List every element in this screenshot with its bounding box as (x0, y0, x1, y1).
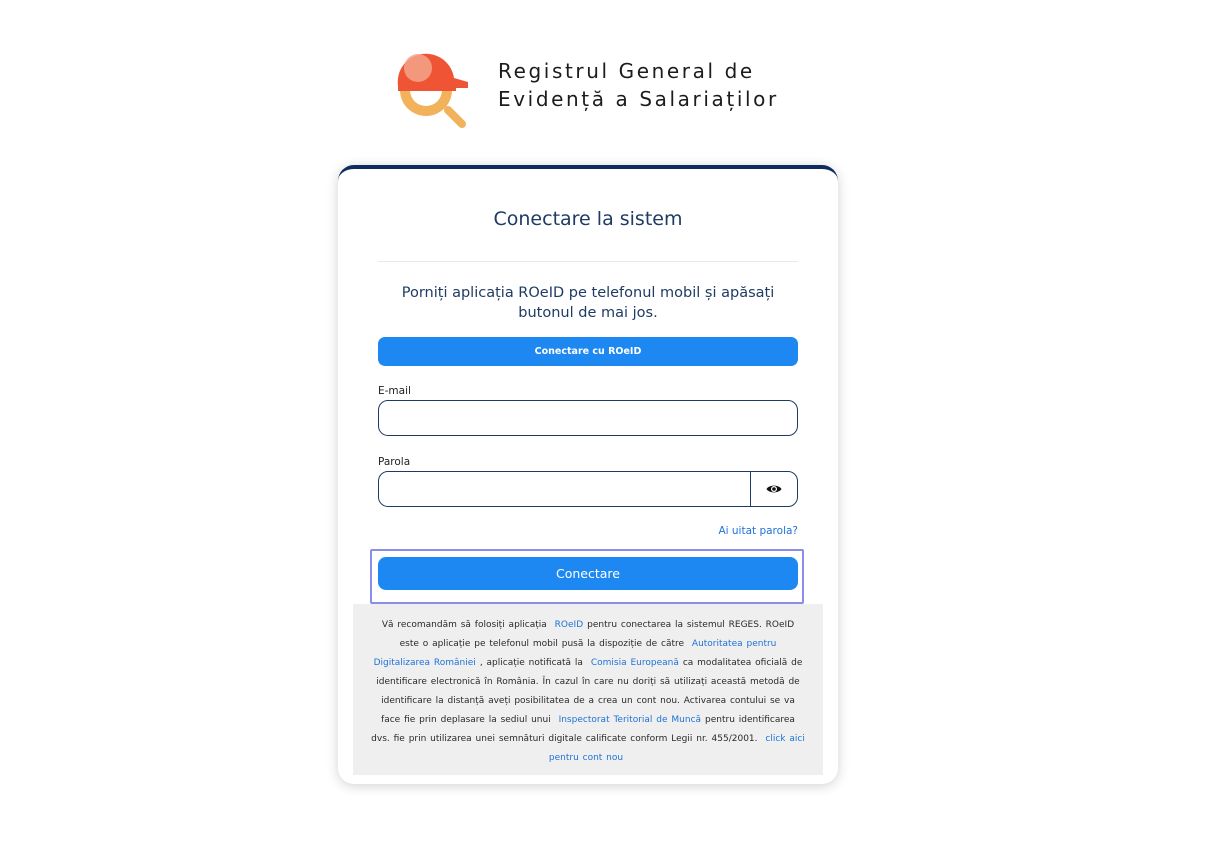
brand-title-line1: Registrul General de (498, 59, 755, 83)
login-title: Conectare la sistem (493, 208, 683, 230)
info-text-3: , aplicație notificată la (479, 658, 583, 668)
itm-link[interactable]: Inspectorat Teritorial de Muncă (559, 715, 701, 725)
roeid-login-button[interactable]: Conectare cu ROeID (378, 337, 798, 366)
eye-icon (766, 485, 782, 493)
password-field[interactable] (378, 471, 751, 507)
helmet-magnifier-icon (397, 53, 468, 128)
password-label: Parola (378, 456, 411, 468)
forgot-password-link[interactable]: Ai uitat parola? (718, 525, 798, 537)
roeid-instructions: Porniți aplicația ROeID pe telefonul mob… (401, 285, 775, 321)
brand-title: Registrul General de Evidență a Salariaț… (498, 57, 779, 113)
show-password-button[interactable] (750, 471, 798, 507)
email-field[interactable] (378, 400, 798, 436)
header: Registrul General de Evidență a Salariaț… (396, 52, 816, 128)
info-box: Vă recomandăm să folosiți aplicația ROeI… (353, 604, 823, 775)
roeid-link[interactable]: ROeID (555, 620, 583, 630)
login-button[interactable]: Conectare (378, 557, 798, 590)
divider (378, 261, 798, 262)
info-text-1: Vă recomandăm să folosiți aplicația (381, 620, 547, 630)
login-card: Conectare la sistem Porniți aplicația RO… (338, 165, 838, 784)
brand-title-line2: Evidență a Salariaților (498, 87, 779, 111)
email-label: E-mail (378, 385, 411, 397)
european-commission-link[interactable]: Comisia Europeană (591, 658, 679, 668)
